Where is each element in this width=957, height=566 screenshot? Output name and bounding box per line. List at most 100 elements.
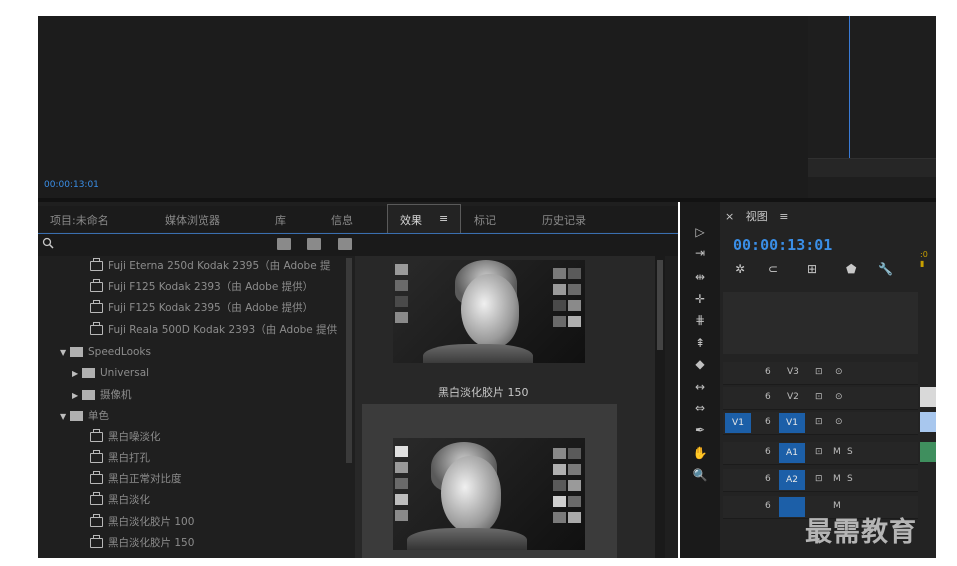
sync-icon[interactable]: ⊡ (815, 392, 823, 402)
list-item[interactable]: Fuji F125 Kodak 2393（由 Adobe 提供） (90, 277, 313, 297)
search-icon[interactable] (42, 237, 54, 249)
mute-button[interactable]: M (833, 447, 841, 457)
chevron-down-icon[interactable]: ▼ (60, 343, 70, 363)
preview-thumbnail[interactable] (393, 438, 585, 550)
slide-tool-icon[interactable]: ⇞ (692, 336, 708, 350)
track-target-a1[interactable]: A1 (779, 443, 805, 463)
list-item[interactable]: 黑白噪淡化 (90, 427, 161, 447)
lock-icon[interactable]: 6 (765, 417, 771, 427)
linked-selection-icon[interactable]: ⊂ (768, 262, 778, 276)
mute-button[interactable]: M (833, 474, 841, 484)
32bit-effects-icon[interactable] (307, 238, 321, 250)
preset-icon (90, 535, 103, 548)
timeline-title: 视图 (745, 210, 768, 223)
list-item[interactable]: 黑白淡化 (90, 490, 150, 510)
clip-a1[interactable] (920, 442, 936, 462)
solo-button[interactable]: S (847, 474, 853, 484)
eye-icon[interactable]: ⊙ (835, 392, 843, 402)
hand-tool-icon[interactable]: ✋ (692, 446, 708, 460)
list-item[interactable]: 黑白淡化胶片 100 (90, 512, 194, 532)
clip-v2[interactable] (920, 387, 936, 407)
rolling-edit-tool-icon[interactable]: ✛ (692, 292, 708, 306)
track-a2[interactable]: 6 A2 ⊡ M S (723, 469, 918, 492)
accelerated-effects-icon[interactable] (277, 238, 291, 250)
eye-icon[interactable]: ⊙ (835, 417, 843, 427)
razor-tool-icon[interactable]: ◆ (692, 357, 708, 371)
tab-effects[interactable]: 效果 (400, 212, 422, 228)
track-v3[interactable]: 6 V3 ⊡ ⊙ (723, 362, 918, 385)
folder-universal[interactable]: ▶ Universal (72, 363, 149, 383)
preview-thumbnail[interactable] (393, 260, 585, 363)
lock-icon[interactable]: 6 (765, 474, 771, 484)
eye-icon[interactable]: ⊙ (835, 367, 843, 377)
add-marker-icon[interactable]: ⊞ (807, 262, 817, 276)
yuv-effects-icon[interactable] (338, 238, 352, 250)
preview-scroll-thumb[interactable] (657, 260, 663, 350)
tree-scrollbar[interactable] (346, 258, 352, 463)
track-target-a2[interactable]: A2 (779, 470, 805, 490)
lock-icon[interactable]: 6 (765, 367, 771, 377)
track-select-tool-icon[interactable]: ⇥ (692, 246, 708, 260)
tab-project[interactable]: 项目:未命名 (50, 212, 109, 228)
list-item[interactable]: 黑白正常对比度 (90, 469, 182, 489)
monitor-timecode[interactable]: 00:00:13:01 (44, 180, 99, 190)
monitor-scrollbar[interactable] (808, 158, 936, 177)
lock-icon[interactable]: 6 (765, 447, 771, 457)
lock-icon[interactable]: 6 (765, 392, 771, 402)
marker-icon[interactable]: ⬟ (846, 262, 856, 276)
tab-info[interactable]: 信息 (331, 212, 353, 228)
sync-icon[interactable]: ⊡ (815, 447, 823, 457)
clip-v1[interactable] (920, 412, 936, 432)
rate-stretch-tool-icon[interactable]: ⋕ (692, 313, 708, 327)
source-patch-v1[interactable]: V1 (725, 413, 751, 433)
tab-library[interactable]: 库 (275, 212, 286, 228)
preset-icon (90, 322, 103, 335)
track-v2[interactable]: 6 V2 ⊡ ⊙ (723, 387, 918, 410)
timeline-timecode[interactable]: 00:00:13:01 (733, 236, 832, 254)
effects-search-bar[interactable] (38, 233, 678, 256)
list-item[interactable]: Fuji Eterna 250d Kodak 2395（由 Adobe 提 (90, 256, 331, 276)
solo-button[interactable]: S (847, 447, 853, 457)
tab-menu-icon[interactable]: ≡ (439, 212, 448, 225)
track-v1[interactable]: V1 6 V1 ⊡ ⊙ (723, 412, 918, 435)
preview-caption: 黑白淡化胶片 150 (438, 386, 529, 399)
track-target-v1[interactable]: V1 (779, 413, 805, 433)
folder-monochrome[interactable]: ▼ 单色 (60, 406, 109, 426)
wrench-icon[interactable]: 🔧 (878, 262, 893, 276)
pen-tool-icon[interactable]: ✒ (692, 423, 708, 437)
preset-icon (90, 429, 103, 442)
lock-icon[interactable]: 6 (765, 501, 771, 511)
list-item[interactable]: Fuji F125 Kodak 2395（由 Adobe 提供） (90, 298, 313, 318)
timeline-menu-icon[interactable]: ≡ (779, 210, 788, 223)
snap-icon[interactable]: ✲ (735, 262, 745, 276)
folder-speedlooks[interactable]: ▼ SpeedLooks (60, 342, 151, 362)
list-item[interactable]: 黑白淡化胶片 150 (90, 533, 194, 553)
selection-tool-icon[interactable]: ▷ (692, 225, 708, 239)
close-icon[interactable]: × (725, 210, 734, 223)
chevron-right-icon[interactable]: ▶ (72, 386, 82, 406)
timeline-ruler[interactable]: :0 ▮ (920, 250, 936, 280)
slip-tool-icon[interactable]: ↔ (692, 380, 708, 394)
chevron-down-icon[interactable]: ▼ (60, 407, 70, 427)
chevron-right-icon[interactable]: ▶ (72, 364, 82, 384)
preset-icon (90, 471, 103, 484)
track-a1[interactable]: 6 A1 ⊡ M S (723, 442, 918, 465)
preset-icon (90, 450, 103, 463)
slide-edit-tool-icon[interactable]: ⇔ (692, 401, 708, 415)
tab-media-browser[interactable]: 媒体浏览器 (165, 212, 220, 228)
list-item[interactable]: 黑白打孔 (90, 448, 150, 468)
folder-camera[interactable]: ▶ 摄像机 (72, 385, 132, 405)
zoom-tool-icon[interactable]: 🔍 (692, 468, 708, 482)
track-name: V3 (787, 367, 799, 377)
timeline-tab[interactable]: × 视图 ≡ (725, 208, 788, 224)
ripple-edit-tool-icon[interactable]: ⇹ (692, 270, 708, 284)
tab-history[interactable]: 历史记录 (542, 212, 586, 228)
tab-markers[interactable]: 标记 (474, 212, 496, 228)
track-target-a3[interactable] (779, 497, 805, 517)
playhead-line[interactable] (849, 16, 850, 159)
list-item[interactable]: Fuji Reala 500D Kodak 2393（由 Adobe 提供 (90, 320, 337, 340)
sync-icon[interactable]: ⊡ (815, 474, 823, 484)
sync-icon[interactable]: ⊡ (815, 367, 823, 377)
folder-icon (70, 411, 83, 421)
sync-icon[interactable]: ⊡ (815, 417, 823, 427)
